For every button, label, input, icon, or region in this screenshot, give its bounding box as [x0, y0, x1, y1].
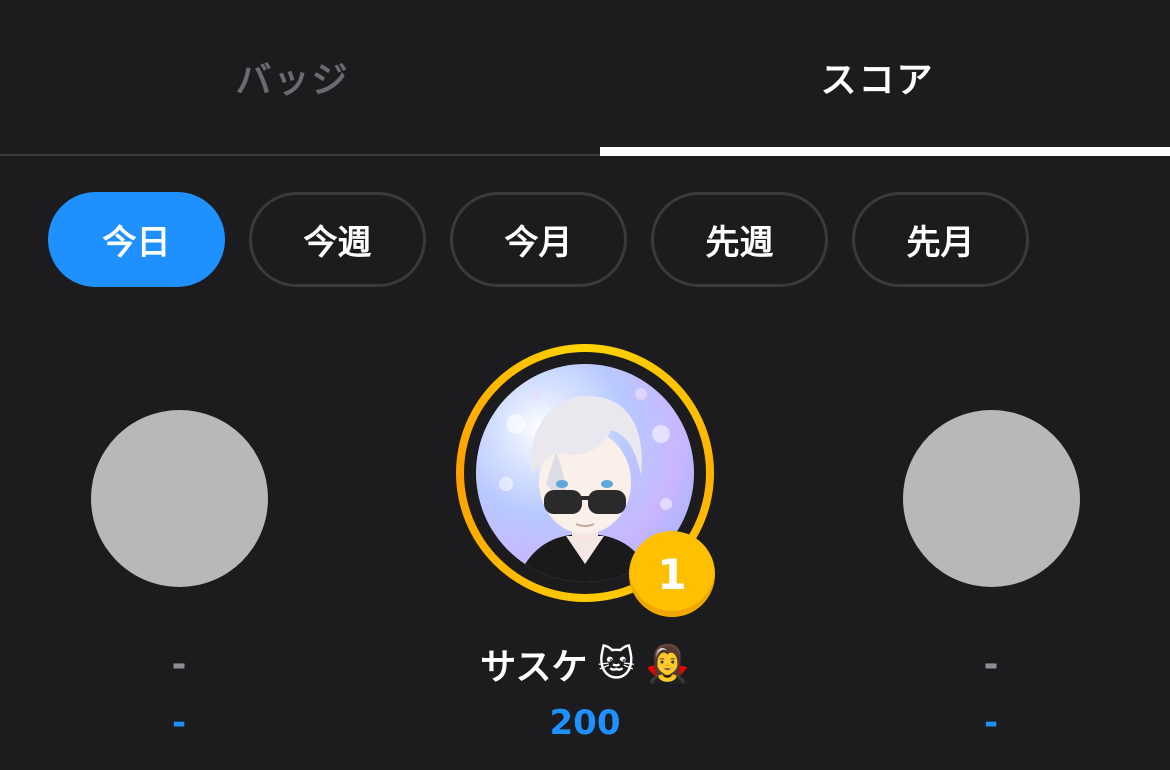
player-score-right: -: [983, 703, 999, 743]
player-name-center: サスケ 🐱 🧛‍♀️: [420, 636, 750, 692]
rank-badge-first: 1: [629, 531, 715, 617]
leaderboard-screen: バッジ スコア 今日 今週 今月 先週 先月 - -: [0, 0, 1170, 770]
vampire-emoji-icon: 🧛‍♀️: [644, 644, 690, 685]
tab-badges[interactable]: バッジ: [0, 0, 585, 154]
period-chip-this-week[interactable]: 今週: [249, 192, 426, 287]
player-score-left: -: [171, 703, 187, 743]
player-name-left: -: [171, 643, 187, 685]
player-score-center: 200: [549, 703, 621, 743]
player-name-right: -: [983, 643, 999, 685]
period-chip-this-month[interactable]: 今月: [450, 192, 627, 287]
active-tab-indicator: [600, 147, 1170, 156]
tab-bar: バッジ スコア: [0, 0, 1170, 156]
player-name-text: サスケ: [480, 647, 588, 688]
avatar-placeholder-right[interactable]: [903, 410, 1080, 587]
cat-emoji-icon: 🐱: [597, 643, 635, 685]
avatar-placeholder-left[interactable]: [91, 410, 268, 587]
tab-score[interactable]: スコア: [585, 0, 1170, 154]
period-chip-last-week[interactable]: 先週: [651, 192, 828, 287]
period-chip-last-month[interactable]: 先月: [852, 192, 1029, 287]
period-chip-today[interactable]: 今日: [48, 192, 225, 287]
